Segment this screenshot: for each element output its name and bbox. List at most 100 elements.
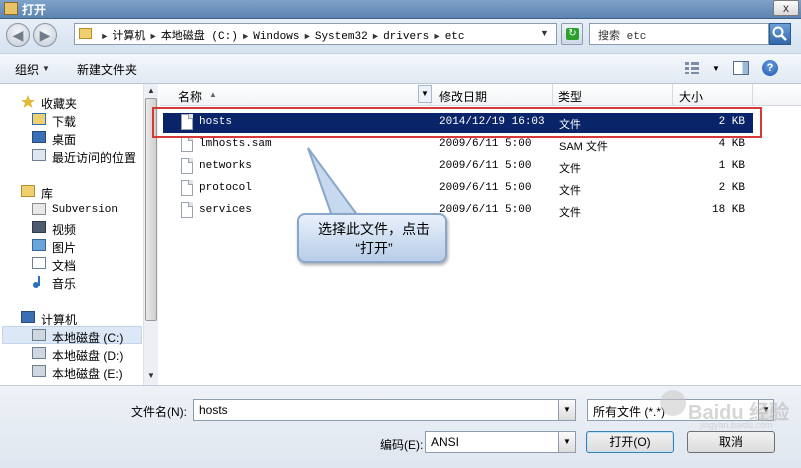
help-icon[interactable]: ? <box>762 60 778 76</box>
table-row[interactable]: networks 2009/6/11 5:00 文件 1 KB <box>163 157 753 177</box>
search-placeholder: 搜索 etc <box>598 31 647 43</box>
sort-ascending-icon: ▲ <box>209 90 217 99</box>
music-icon <box>32 275 46 288</box>
nav-item-recent[interactable]: 最近访问的位置 <box>52 149 136 166</box>
paw-icon <box>660 390 686 416</box>
scroll-up-icon[interactable]: ▲ <box>144 86 158 95</box>
file-type: 文件 <box>559 207 581 219</box>
breadcrumb: ► 计算机 ► 本地磁盘 (C:) ► Windows ► System32 ► drivers ►… <box>97 27 465 43</box>
filename-field[interactable]: hosts <box>193 399 559 421</box>
file-type: SAM 文件 <box>559 141 608 153</box>
file-icon <box>181 158 193 174</box>
file-name: services <box>199 204 252 216</box>
chevron-right-icon[interactable]: ► <box>304 32 309 42</box>
new-folder-button[interactable]: 新建文件夹 <box>77 61 137 78</box>
nav-item-downloads[interactable]: 下载 <box>52 113 76 130</box>
scroll-down-icon[interactable]: ▼ <box>144 371 158 380</box>
search-input[interactable]: 搜索 etc <box>589 23 769 45</box>
chevron-down-icon[interactable]: ▼ <box>558 399 576 421</box>
nav-item-drive-c[interactable]: 本地磁盘 (C:) <box>52 329 123 346</box>
nav-item-drive-d[interactable]: 本地磁盘 (D:) <box>52 347 123 364</box>
drive-icon <box>32 365 46 377</box>
file-name: protocol <box>199 182 252 194</box>
drive-icon <box>32 329 46 341</box>
window-title: 打开 <box>22 3 47 17</box>
file-date: 2009/6/11 5:00 <box>439 204 532 216</box>
star-icon <box>21 95 35 108</box>
annotation-highlight-box <box>152 107 762 138</box>
file-type: 文件 <box>559 185 581 197</box>
nav-item-documents[interactable]: 文档 <box>52 257 76 274</box>
nav-item-videos[interactable]: 视频 <box>52 221 76 238</box>
computer-icon <box>21 311 35 323</box>
encoding-select[interactable]: ANSI <box>425 431 559 453</box>
file-name: lmhosts.sam <box>199 138 272 150</box>
chevron-down-icon[interactable]: ▼ <box>42 64 50 73</box>
chevron-down-icon[interactable]: ▼ <box>540 28 549 38</box>
filetype-value: 所有文件 (*.*) <box>593 405 666 419</box>
library-icon <box>21 185 35 197</box>
column-header-size[interactable]: 大小 <box>679 88 703 105</box>
nav-libraries[interactable]: 库 <box>41 185 53 202</box>
chevron-down-icon[interactable]: ▼ <box>712 64 720 73</box>
nav-computer[interactable]: 计算机 <box>41 311 77 328</box>
chevron-right-icon[interactable]: ► <box>434 32 439 42</box>
breadcrumb-item[interactable]: drivers <box>383 31 429 43</box>
chevron-right-icon[interactable]: ► <box>150 32 155 42</box>
file-size: 18 KB <box>711 204 745 216</box>
close-button[interactable]: x <box>773 0 799 16</box>
column-header-name[interactable]: 名称 <box>178 88 202 105</box>
refresh-button[interactable]: ↻ <box>561 23 583 45</box>
annotation-callout: 选择此文件，点击 “打开” <box>297 213 447 263</box>
column-filter-dropdown[interactable]: ▼ <box>418 85 432 103</box>
open-button[interactable]: 打开(O) <box>586 431 674 453</box>
column-divider[interactable] <box>672 84 673 105</box>
breadcrumb-item[interactable]: Windows <box>253 31 299 43</box>
cancel-button[interactable]: 取消 <box>687 431 775 453</box>
download-folder-icon <box>32 113 46 125</box>
folder-icon <box>79 28 92 39</box>
nav-item-drive-e[interactable]: 本地磁盘 (E:) <box>52 365 123 382</box>
file-date: 2009/6/11 5:00 <box>439 160 532 172</box>
breadcrumb-item[interactable]: 本地磁盘 (C:) <box>161 31 238 43</box>
nav-item-subversion[interactable]: Subversion <box>52 204 118 216</box>
column-header-type[interactable]: 类型 <box>558 88 582 105</box>
preview-pane-icon[interactable] <box>733 61 749 75</box>
breadcrumb-item[interactable]: System32 <box>315 31 368 43</box>
file-date: 2009/6/11 5:00 <box>439 138 532 150</box>
organize-button[interactable]: 组织 <box>15 61 39 78</box>
breadcrumb-item[interactable]: 计算机 <box>112 31 145 43</box>
file-size: 2 KB <box>718 182 745 194</box>
file-size: 1 KB <box>718 160 745 172</box>
chevron-right-icon[interactable]: ► <box>243 32 248 42</box>
refresh-icon: ↻ <box>566 28 579 40</box>
callout-text: 选择此文件，点击 <box>318 221 430 237</box>
column-header-date[interactable]: 修改日期 <box>439 88 487 105</box>
back-button[interactable]: ◀ <box>6 23 30 47</box>
chevron-down-icon[interactable]: ▼ <box>558 431 576 453</box>
table-row[interactable]: lmhosts.sam 2009/6/11 5:00 SAM 文件 4 KB <box>163 135 753 155</box>
nav-item-pictures[interactable]: 图片 <box>52 239 76 256</box>
drive-icon <box>32 347 46 359</box>
file-type: 文件 <box>559 163 581 175</box>
file-icon <box>181 180 193 196</box>
forward-button[interactable]: ▶ <box>33 23 57 47</box>
filename-value: hosts <box>199 403 228 417</box>
chevron-right-icon[interactable]: ► <box>373 32 378 42</box>
documents-icon <box>32 257 46 269</box>
chevron-right-icon[interactable]: ► <box>102 32 107 42</box>
nav-item-desktop[interactable]: 桌面 <box>52 131 76 148</box>
folder-icon <box>4 2 18 15</box>
callout-text: “打开” <box>355 240 393 256</box>
column-divider[interactable] <box>552 84 553 105</box>
breadcrumb-item[interactable]: etc <box>445 31 465 43</box>
view-options-icon[interactable] <box>684 61 700 75</box>
column-divider[interactable] <box>752 84 753 105</box>
table-row[interactable]: protocol 2009/6/11 5:00 文件 2 KB <box>163 179 753 199</box>
address-bar[interactable]: ► 计算机 ► 本地磁盘 (C:) ► Windows ► System32 ► drivers ►… <box>74 23 557 45</box>
search-button[interactable] <box>769 23 791 45</box>
subversion-icon <box>32 203 46 215</box>
nav-favorites[interactable]: 收藏夹 <box>41 95 77 112</box>
table-row[interactable]: services 2009/6/11 5:00 文件 18 KB <box>163 201 753 221</box>
nav-item-music[interactable]: 音乐 <box>52 275 76 292</box>
